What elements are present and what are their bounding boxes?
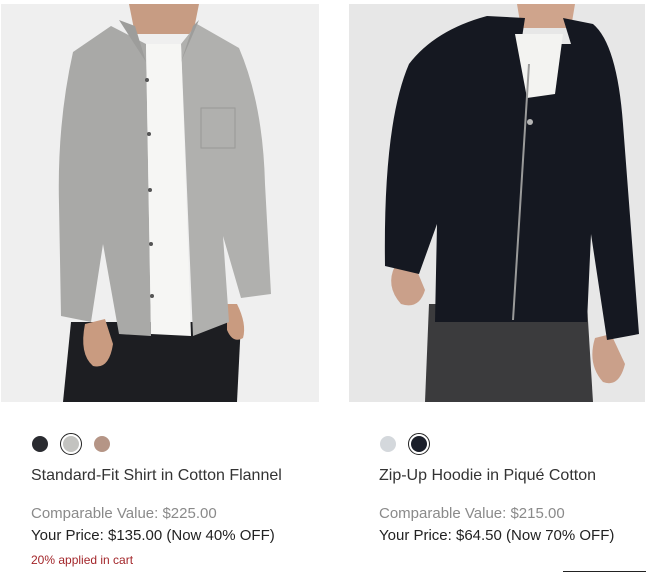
swatch-light-grey[interactable] [60, 433, 82, 455]
product-name[interactable]: Standard-Fit Shirt in Cotton Flannel [31, 467, 282, 485]
swatch-navy[interactable] [32, 436, 48, 452]
divider-line [563, 571, 646, 572]
comparable-value: Comparable Value: $225.00 [31, 505, 217, 522]
product-image-zip-hoodie[interactable] [349, 4, 645, 402]
promo-text: 20% applied in cart [31, 553, 134, 567]
swatch-taupe[interactable] [94, 436, 110, 452]
your-price: Your Price: $64.50 (Now 70% OFF) [379, 527, 615, 544]
product-image-flannel-shirt[interactable] [1, 4, 319, 402]
swatch-light-blue-grey[interactable] [380, 436, 396, 452]
comparable-value: Comparable Value: $215.00 [379, 505, 565, 522]
color-swatches [380, 433, 442, 455]
your-price: Your Price: $135.00 (Now 40% OFF) [31, 527, 275, 544]
product-name[interactable]: Zip-Up Hoodie in Piqué Cotton [379, 467, 596, 485]
color-swatches [32, 433, 125, 455]
swatch-black[interactable] [408, 433, 430, 455]
